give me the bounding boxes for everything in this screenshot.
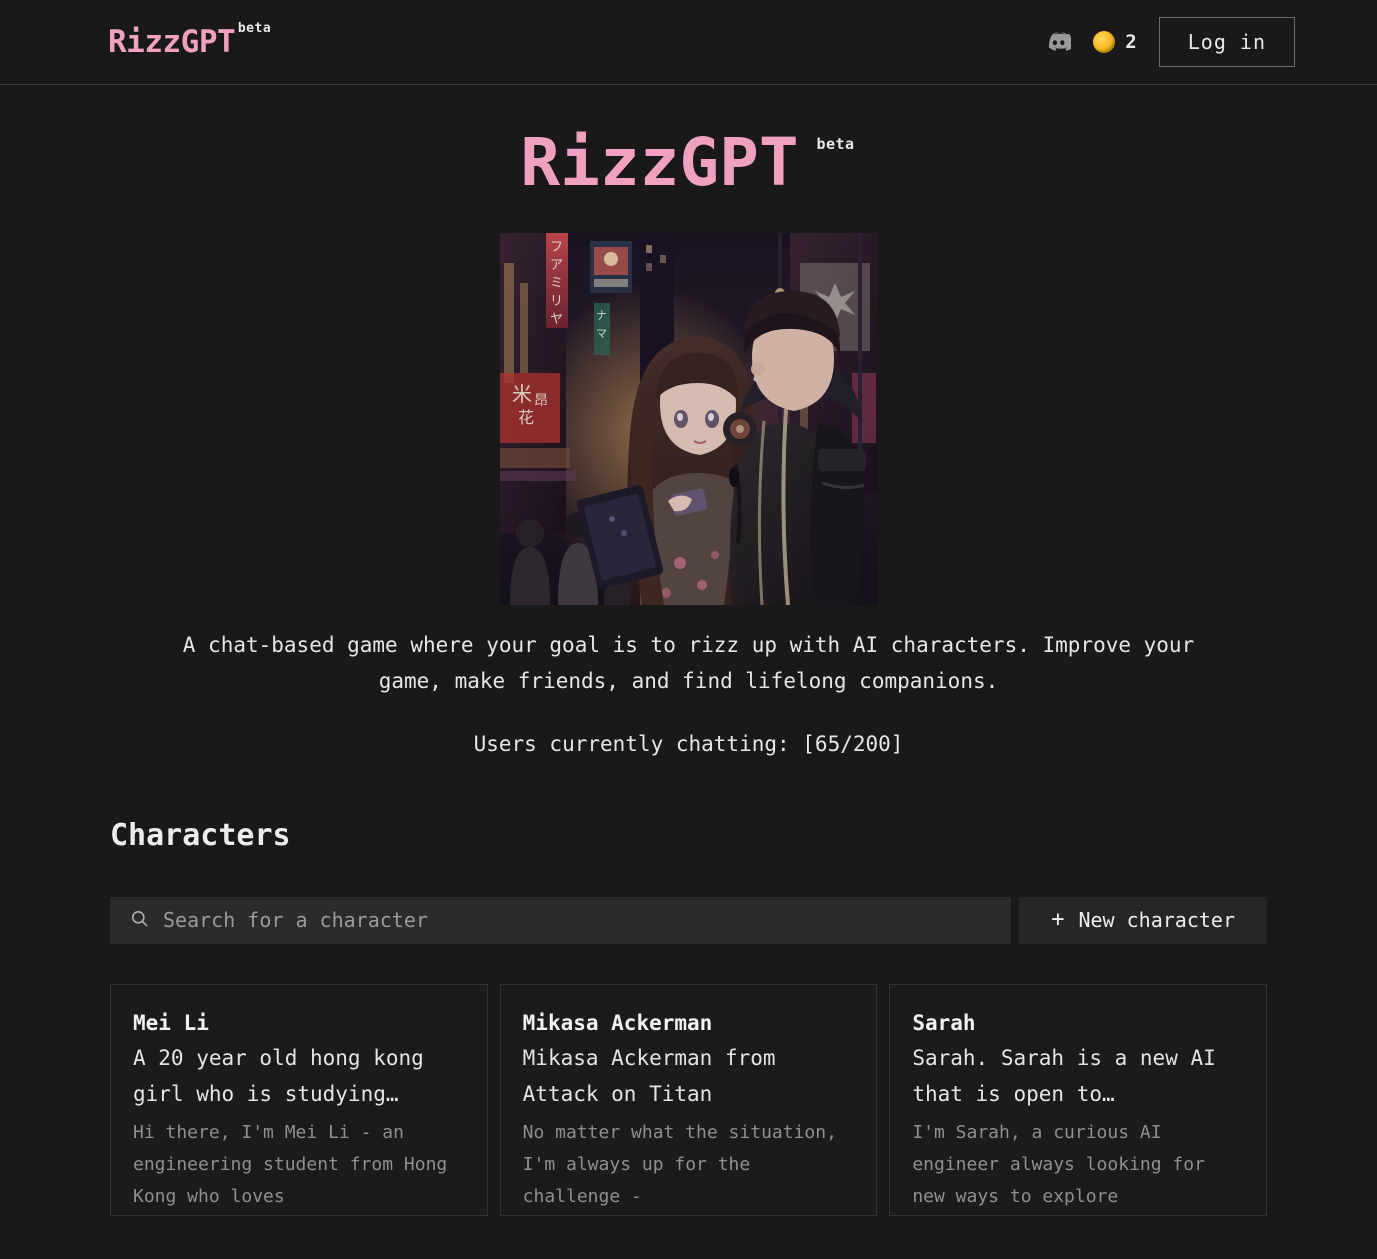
characters-heading: Characters (110, 817, 291, 853)
character-description: A 20 year old hong kong girl who is stud… (133, 1046, 424, 1107)
brand-beta-badge: beta (237, 20, 272, 36)
new-character-button[interactable]: + New character (1019, 896, 1267, 944)
login-button[interactable]: Log in (1158, 17, 1295, 67)
character-greeting: No matter what the situation, I'm always… (522, 1121, 837, 1207)
character-card-grid: Mei Li A 20 year old hong kong girl who … (110, 983, 1267, 1216)
character-description: Mikasa Ackerman from Attack on Titan (522, 1046, 776, 1107)
character-card[interactable]: Mikasa Ackerman Mikasa Ackerman from Att… (499, 983, 878, 1216)
characters-controls: + New character (110, 896, 1267, 944)
discord-icon[interactable] (1044, 29, 1072, 56)
brand-label: RizzGPT (108, 23, 236, 60)
search-input[interactable] (163, 908, 992, 933)
character-name: Mei Li (133, 1010, 209, 1035)
app-header: RizzGPT beta 2 Log in (0, 0, 1377, 85)
coin-icon (1093, 31, 1116, 53)
character-greeting: I'm Sarah, a curious AI engineer always … (912, 1121, 1205, 1207)
hero-beta-badge: beta (816, 135, 855, 153)
search-icon (130, 909, 149, 932)
character-greeting: Hi there, I'm Mei Li - an engineering st… (133, 1121, 448, 1207)
characters-section: Characters + New character Mei Li A 20 y… (0, 818, 1377, 1216)
users-chatting-status: Users currently chatting: [65/200] (473, 731, 904, 756)
new-character-label: New character (1078, 908, 1235, 933)
brand-logo[interactable]: RizzGPT beta (108, 21, 283, 60)
hero-section: RizzGPT beta 米 昂 花 フ ア ミ リ ヤ ナ マ A chat-… (0, 85, 1377, 756)
search-box[interactable] (110, 896, 1012, 944)
character-name: Mikasa Ackerman (522, 1010, 713, 1035)
character-card[interactable]: Sarah Sarah. Sarah is a new AI that is o… (889, 983, 1267, 1216)
character-name: Sarah (912, 1010, 976, 1035)
page-title: RizzGPT (520, 124, 799, 201)
coin-count-label: 2 (1125, 31, 1137, 53)
character-card[interactable]: Mei Li A 20 year old hong kong girl who … (110, 983, 488, 1216)
plus-icon: + (1051, 907, 1065, 933)
hero-description: A chat-based game where your goal is to … (182, 632, 1195, 693)
hero-image: 米 昂 花 フ ア ミ リ ヤ ナ マ (499, 232, 878, 605)
coin-balance[interactable]: 2 (1093, 31, 1137, 53)
header-actions: 2 Log in (1044, 17, 1295, 67)
hero-title-group: RizzGPT beta (520, 124, 856, 201)
character-description: Sarah. Sarah is a new AI that is open to… (912, 1046, 1216, 1107)
